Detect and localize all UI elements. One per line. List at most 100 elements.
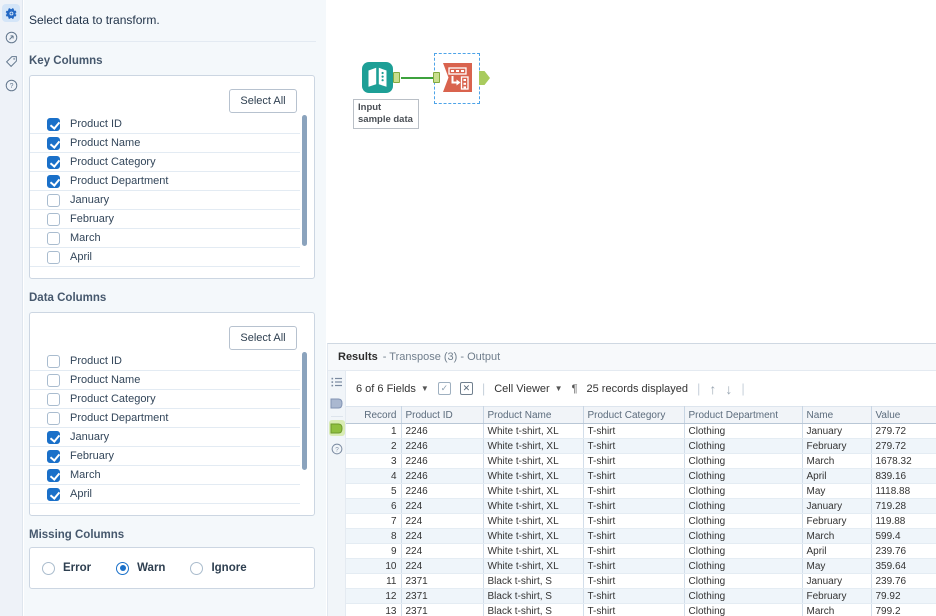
column-list-item[interactable]: Product Name — [30, 371, 300, 390]
radio-button[interactable] — [116, 562, 129, 575]
checkbox[interactable] — [47, 488, 60, 501]
table-row[interactable]: 11 2371 Black t-shirt, S T-shirt Clothin… — [346, 574, 936, 589]
divider: | — [741, 381, 744, 396]
whitespace-toggle-icon[interactable]: ¶ — [572, 383, 578, 395]
column-list-item[interactable]: March — [30, 229, 300, 248]
column-list-item[interactable]: Product Name — [30, 134, 300, 153]
column-header[interactable]: Product Category — [583, 407, 684, 424]
table-row[interactable]: 10 224 White t-shirt, XL T-shirt Clothin… — [346, 559, 936, 574]
table-row[interactable]: 5 2246 White t-shirt, XL T-shirt Clothin… — [346, 484, 936, 499]
cell-product-category: T-shirt — [583, 589, 684, 604]
table-row[interactable]: 4 2246 White t-shirt, XL T-shirt Clothin… — [346, 469, 936, 484]
column-list-item[interactable]: Product Category — [30, 390, 300, 409]
fields-dropdown-label: 6 of 6 Fields — [356, 383, 416, 395]
results-help-icon[interactable]: ? — [329, 441, 345, 457]
column-list-item[interactable]: Product ID — [30, 115, 300, 134]
column-list-item[interactable]: April — [30, 248, 300, 267]
checkbox[interactable] — [47, 118, 60, 131]
apply-filter-icon[interactable]: ✓ — [438, 382, 451, 395]
radio-option[interactable]: Error — [42, 562, 91, 575]
radio-option[interactable]: Ignore — [190, 562, 246, 575]
text-input-tool[interactable] — [362, 62, 393, 98]
radio-button[interactable] — [190, 562, 203, 575]
transpose-input-anchor[interactable] — [433, 72, 440, 83]
column-list-item[interactable]: January — [30, 191, 300, 210]
checkbox[interactable] — [47, 213, 60, 226]
column-list-item[interactable]: Product Category — [30, 153, 300, 172]
checkbox[interactable] — [47, 232, 60, 245]
table-row[interactable]: 8 224 White t-shirt, XL T-shirt Clothing… — [346, 529, 936, 544]
data-columns-label: Data Columns — [29, 292, 106, 304]
table-row[interactable]: 13 2371 Black t-shirt, S T-shirt Clothin… — [346, 604, 936, 616]
column-list-item[interactable]: Product Department — [30, 172, 300, 191]
checkbox[interactable] — [47, 469, 60, 482]
table-header-row[interactable]: RecordProduct IDProduct NameProduct Cate… — [346, 407, 936, 424]
transpose-output-anchor[interactable] — [479, 71, 490, 85]
checkbox[interactable] — [47, 137, 60, 150]
column-list-item[interactable]: March — [30, 466, 300, 485]
checkbox[interactable] — [47, 450, 60, 463]
radio-button[interactable] — [42, 562, 55, 575]
radio-option[interactable]: Warn — [116, 562, 165, 575]
scroll-down-icon[interactable]: ↓ — [725, 381, 732, 397]
cell-product-id: 224 — [401, 499, 483, 514]
cell-record: 2 — [346, 439, 401, 454]
table-row[interactable]: 9 224 White t-shirt, XL T-shirt Clothing… — [346, 544, 936, 559]
fields-dropdown[interactable]: 6 of 6 Fields ▼ — [356, 383, 429, 395]
checkbox[interactable] — [47, 194, 60, 207]
column-header[interactable]: Record — [346, 407, 401, 424]
input-anchor-icon[interactable] — [329, 395, 345, 411]
column-header[interactable]: Product ID — [401, 407, 483, 424]
column-header[interactable]: Product Department — [684, 407, 802, 424]
column-header[interactable]: Product Name — [483, 407, 583, 424]
checkbox[interactable] — [47, 431, 60, 444]
scroll-up-icon[interactable]: ↑ — [709, 381, 716, 397]
table-row[interactable]: 3 2246 White t-shirt, XL T-shirt Clothin… — [346, 454, 936, 469]
table-row[interactable]: 2 2246 White t-shirt, XL T-shirt Clothin… — [346, 439, 936, 454]
data-columns-select-all-button[interactable]: Select All — [229, 326, 297, 350]
help-icon[interactable]: ? — [2, 76, 20, 94]
cell-product-category: T-shirt — [583, 544, 684, 559]
table-row[interactable]: 6 224 White t-shirt, XL T-shirt Clothing… — [346, 499, 936, 514]
cell-product-name: White t-shirt, XL — [483, 439, 583, 454]
table-row[interactable]: 1 2246 White t-shirt, XL T-shirt Clothin… — [346, 424, 936, 439]
output-anchor-icon[interactable] — [329, 420, 345, 436]
column-list-item[interactable]: February — [30, 210, 300, 229]
checkbox[interactable] — [47, 412, 60, 425]
cell-product-department: Clothing — [684, 484, 802, 499]
key-columns-scrollbar[interactable] — [302, 115, 307, 246]
data-columns-scrollbar[interactable] — [302, 352, 307, 470]
column-list-item[interactable]: February — [30, 447, 300, 466]
table-row[interactable]: 7 224 White t-shirt, XL T-shirt Clothing… — [346, 514, 936, 529]
results-toolbar: 6 of 6 Fields ▼ ✓ ✕ | Cell Viewer ▼ ¶ 25… — [346, 371, 936, 406]
column-list-item[interactable]: January — [30, 428, 300, 447]
tag-icon[interactable] — [2, 52, 20, 70]
connection-line[interactable] — [401, 77, 434, 79]
transpose-tool[interactable] — [442, 62, 473, 98]
cell-value: 359.64 — [871, 559, 936, 574]
checkbox[interactable] — [47, 374, 60, 387]
cell-viewer-dropdown[interactable]: Cell Viewer ▼ — [494, 383, 562, 395]
cell-name: February — [802, 514, 871, 529]
input-tool-annotation[interactable]: Input sample data — [353, 99, 419, 129]
configuration-gear-icon[interactable] — [2, 4, 20, 22]
column-list-item[interactable]: Product ID — [30, 352, 300, 371]
column-list-item[interactable]: Product Department — [30, 409, 300, 428]
table-row[interactable]: 12 2371 Black t-shirt, S T-shirt Clothin… — [346, 589, 936, 604]
checkbox[interactable] — [47, 251, 60, 264]
input-tool-output-anchor[interactable] — [393, 72, 400, 83]
cell-product-name: White t-shirt, XL — [483, 454, 583, 469]
workflow-canvas[interactable]: Input sample data — [327, 0, 936, 343]
column-header[interactable]: Name — [802, 407, 871, 424]
checkbox[interactable] — [47, 393, 60, 406]
checkbox[interactable] — [47, 175, 60, 188]
column-list-item[interactable]: April — [30, 485, 300, 504]
checkbox[interactable] — [47, 156, 60, 169]
navigation-icon[interactable] — [2, 28, 20, 46]
column-label: Product Category — [70, 393, 156, 405]
profile-list-icon[interactable] — [329, 374, 345, 390]
key-columns-select-all-button[interactable]: Select All — [229, 89, 297, 113]
checkbox[interactable] — [47, 355, 60, 368]
clear-filter-icon[interactable]: ✕ — [460, 382, 473, 395]
column-header[interactable]: Value — [871, 407, 936, 424]
